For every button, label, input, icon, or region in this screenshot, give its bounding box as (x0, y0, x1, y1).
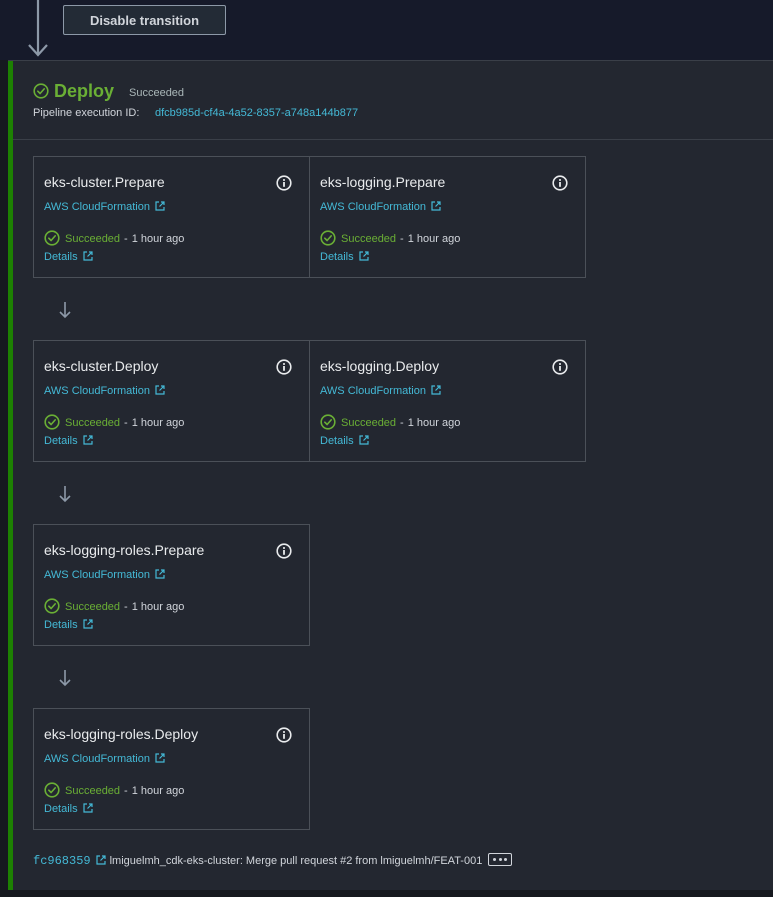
provider-link[interactable]: AWS CloudFormation (44, 201, 165, 213)
check-circle-icon (33, 83, 49, 99)
external-link-icon (155, 385, 165, 395)
external-link-icon (359, 435, 369, 445)
check-circle-icon (44, 598, 60, 614)
stage-divider (13, 139, 773, 140)
action-title: eks-logging-roles.Prepare (44, 542, 205, 558)
source-revision: fc968359 lmiguelmh_cdk-eks-cluster: Merge… (33, 853, 513, 868)
info-icon[interactable] (276, 359, 292, 375)
details-link[interactable]: Details (44, 619, 93, 631)
external-link-icon (83, 803, 93, 813)
execution-id-label: Pipeline execution ID: (33, 107, 140, 119)
action-title: eks-logging.Deploy (320, 358, 440, 374)
stage-status-bar (8, 61, 13, 891)
external-link-icon (431, 385, 441, 395)
external-link-icon (155, 201, 165, 211)
info-icon[interactable] (276, 727, 292, 743)
external-link-icon (431, 201, 441, 211)
details-link[interactable]: Details (320, 251, 369, 263)
deploy-stage: Deploy Succeeded Pipeline execution ID: … (8, 60, 773, 891)
provider-link[interactable]: AWS CloudFormation (44, 385, 165, 397)
info-icon[interactable] (552, 359, 568, 375)
action-status: Succeeded -1 hour ago (320, 230, 460, 246)
provider-link[interactable]: AWS CloudFormation (44, 569, 165, 581)
transition-area: Disable transition (0, 0, 773, 60)
commit-message: lmiguelmh_cdk-eks-cluster: Merge pull re… (109, 855, 483, 867)
disable-transition-button[interactable]: Disable transition (63, 5, 226, 35)
info-icon[interactable] (276, 175, 292, 191)
action-status: Succeeded -1 hour ago (44, 598, 184, 614)
arrow-down-icon (58, 669, 72, 687)
action-title: eks-logging.Prepare (320, 174, 446, 190)
ellipsis-icon[interactable] (488, 853, 513, 866)
external-link-icon (83, 619, 93, 629)
action-status: Succeeded -1 hour ago (44, 414, 184, 430)
details-link[interactable]: Details (44, 435, 93, 447)
action-title: eks-cluster.Prepare (44, 174, 165, 190)
action-card: eks-logging-roles.Deploy AWS CloudFormat… (33, 708, 310, 830)
details-link[interactable]: Details (44, 803, 93, 815)
action-title: eks-cluster.Deploy (44, 358, 159, 374)
action-card: eks-logging.Prepare AWS CloudFormation S… (309, 156, 586, 278)
external-link-icon (83, 251, 93, 261)
execution-id-link[interactable]: dfcb985d-cf4a-4a52-8357-a748a144b877 (155, 107, 358, 119)
check-circle-icon (44, 414, 60, 430)
provider-link[interactable]: AWS CloudFormation (320, 201, 441, 213)
action-card: eks-logging.Deploy AWS CloudFormation Su… (309, 340, 586, 462)
action-card: eks-cluster.Deploy AWS CloudFormation Su… (33, 340, 310, 462)
action-status: Succeeded -1 hour ago (44, 782, 184, 798)
action-card: eks-cluster.Prepare AWS CloudFormation S… (33, 156, 310, 278)
external-link-icon (155, 753, 165, 763)
info-icon[interactable] (552, 175, 568, 191)
commit-id-link[interactable]: fc968359 (33, 854, 91, 868)
details-link[interactable]: Details (320, 435, 369, 447)
provider-link[interactable]: AWS CloudFormation (44, 753, 165, 765)
action-title: eks-logging-roles.Deploy (44, 726, 199, 742)
action-status: Succeeded -1 hour ago (44, 230, 184, 246)
external-link-icon (83, 435, 93, 445)
details-link[interactable]: Details (44, 251, 93, 263)
action-card: eks-logging-roles.Prepare AWS CloudForma… (33, 524, 310, 646)
transition-arrow-icon (28, 0, 48, 57)
external-link-icon (359, 251, 369, 261)
stage-status: Succeeded (129, 87, 185, 99)
external-link-icon[interactable] (96, 855, 106, 865)
check-circle-icon (320, 414, 336, 430)
check-circle-icon (44, 782, 60, 798)
external-link-icon (155, 569, 165, 579)
action-status: Succeeded -1 hour ago (320, 414, 460, 430)
arrow-down-icon (58, 485, 72, 503)
check-circle-icon (320, 230, 336, 246)
stage-title: Deploy (54, 81, 115, 101)
provider-link[interactable]: AWS CloudFormation (320, 385, 441, 397)
arrow-down-icon (58, 301, 72, 319)
info-icon[interactable] (276, 543, 292, 559)
check-circle-icon (44, 230, 60, 246)
bottom-edge (0, 890, 773, 897)
